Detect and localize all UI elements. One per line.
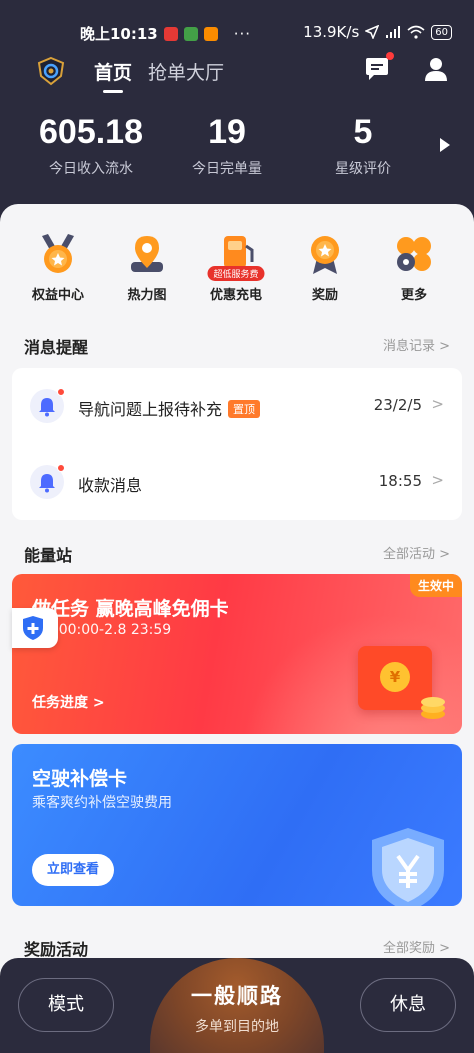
stat-income-label: 今日收入流水	[49, 161, 133, 177]
view-now-button[interactable]: 立即查看	[32, 854, 114, 886]
unread-dot	[57, 388, 65, 396]
all-rewards-link[interactable]: 全部奖励 >	[383, 937, 450, 956]
wifi-icon	[407, 25, 425, 39]
task-card-title: 做任务 赢晚高峰免佣卡	[32, 598, 229, 620]
route-mode-subtitle: 多单到目的地	[195, 1019, 279, 1035]
compensation-card-title: 空驶补偿卡	[32, 768, 128, 790]
messages-section-header: 消息提醒 消息记录 >	[24, 334, 450, 357]
notification-app-icon	[163, 26, 178, 41]
user-profile-icon[interactable]	[424, 56, 448, 82]
stat-income[interactable]: 605.18 今日收入流水	[16, 112, 166, 178]
message-time: 18:55	[378, 472, 422, 490]
message-row[interactable]: 收款消息 18:55 >	[12, 452, 462, 512]
message-text: 导航问题上报待补充 置顶	[78, 396, 261, 420]
net-speed: 13.9K/s	[303, 23, 360, 41]
message-title: 收款消息	[78, 476, 143, 495]
route-mode-title: 一般顺路	[191, 984, 283, 1008]
status-more: ···	[233, 24, 252, 43]
quick-label: 权益中心	[31, 288, 84, 303]
message-time: 23/2/5	[373, 396, 422, 414]
mode-button[interactable]: 模式	[18, 978, 114, 1032]
stat-rating-label: 星级评价	[335, 161, 391, 177]
rest-button[interactable]: 休息	[360, 978, 456, 1032]
main-panel: 权益中心 热力图 超低服务费 优惠充电 奖励 更多 消息提醒 消息记录 > 导航…	[0, 204, 474, 1053]
chat-icon	[366, 58, 388, 80]
medal-icon	[36, 232, 80, 276]
coin-icon: ¥	[380, 662, 410, 692]
status-right: 13.9K/s 60	[303, 23, 452, 41]
stats-next-arrow-icon[interactable]	[440, 138, 450, 152]
chevron-right-icon: >	[431, 471, 444, 489]
quick-label: 奖励	[311, 288, 338, 303]
section-title: 能量站	[24, 546, 73, 565]
stat-orders[interactable]: 19 今日完单量	[152, 112, 302, 178]
yuan-shield-icon	[372, 828, 444, 906]
quick-label: 热力图	[127, 288, 167, 303]
charging-station-icon: 超低服务费	[207, 232, 265, 281]
tab-order-hall[interactable]: 抢单大厅	[148, 58, 224, 85]
message-row[interactable]: 导航问题上报待补充 置顶 23/2/5 >	[12, 376, 462, 436]
compensation-card-subtitle: 乘客爽约补偿空驶费用	[32, 795, 172, 811]
quick-more[interactable]: 更多	[369, 232, 459, 303]
today-stats[interactable]: 605.18 今日收入流水 19 今日完单量 5 星级评价	[0, 112, 474, 192]
quick-actions: 权益中心 热力图 超低服务费 优惠充电 奖励 更多	[0, 232, 474, 312]
app-logo-icon	[37, 56, 65, 86]
notification-app-icon	[203, 26, 218, 41]
quick-label: 更多	[400, 288, 427, 303]
bell-icon	[30, 388, 65, 423]
message-title: 导航问题上报待补充	[78, 400, 223, 419]
quick-label: 优惠充电	[209, 288, 262, 303]
all-activities-link[interactable]: 全部活动 >	[383, 543, 450, 562]
map-pin-icon	[125, 232, 169, 276]
task-promo-card[interactable]: 生效中 做任务 赢晚高峰免佣卡 2.6 00:00-2.8 23:59 任务进度…	[12, 574, 462, 734]
status-bar: 晚上10:13 ··· 13.9K/s 60	[0, 20, 474, 46]
unread-dot	[57, 464, 65, 472]
messages-button[interactable]	[364, 52, 394, 82]
compensation-promo-card[interactable]: 空驶补偿卡 乘客爽约补偿空驶费用 立即查看	[12, 744, 462, 906]
coin-stack-icon	[421, 697, 445, 719]
location-arrow-icon	[365, 25, 380, 39]
chevron-right-icon: >	[431, 395, 444, 413]
energy-section-header: 能量站 全部活动 >	[24, 542, 450, 565]
route-mode-button[interactable]: 一般顺路 多单到目的地	[150, 958, 324, 1053]
notification-app-icon	[183, 26, 198, 41]
floating-shield-button[interactable]	[12, 608, 58, 648]
pinned-badge: 置顶	[228, 400, 261, 418]
section-title: 消息提醒	[24, 338, 89, 357]
signal-icon	[386, 26, 401, 38]
top-nav: 首页 抢单大厅	[0, 52, 474, 96]
stat-rating-value: 5	[353, 113, 373, 151]
active-status-badge: 生效中	[409, 574, 462, 597]
rewards-section-header: 奖励活动 全部奖励 >	[24, 936, 450, 959]
award-icon	[303, 232, 347, 276]
bottom-dock: 模式 一般顺路 多单到目的地 休息	[0, 958, 474, 1053]
more-apps-icon	[392, 232, 436, 276]
shield-plus-icon	[23, 616, 43, 640]
stat-income-value: 605.18	[39, 113, 143, 151]
bell-icon	[30, 464, 65, 499]
quick-heatmap[interactable]: 热力图	[102, 232, 192, 303]
stat-orders-value: 19	[208, 113, 246, 151]
quick-rewards[interactable]: 奖励	[280, 232, 370, 303]
stat-rating[interactable]: 5 星级评价	[288, 112, 438, 178]
low-fee-badge: 超低服务费	[207, 266, 265, 281]
task-progress-link[interactable]: 任务进度 >	[32, 692, 105, 712]
quick-benefits-center[interactable]: 权益中心	[13, 232, 103, 303]
battery-icon: 60	[431, 24, 452, 40]
tab-home[interactable]: 首页	[94, 58, 132, 93]
stat-orders-label: 今日完单量	[192, 161, 262, 177]
quick-discount-charging[interactable]: 超低服务费 优惠充电	[191, 232, 281, 303]
section-title: 奖励活动	[24, 940, 89, 959]
message-history-link[interactable]: 消息记录 >	[383, 335, 450, 354]
messages-card: 导航问题上报待补充 置顶 23/2/5 > 收款消息 18:55 >	[12, 368, 462, 520]
status-time: 晚上10:13	[80, 25, 158, 43]
header: 晚上10:13 ··· 13.9K/s 60 首页 抢单大厅 605.18 今日…	[0, 0, 474, 215]
unread-dot	[386, 52, 394, 60]
status-left: 晚上10:13 ···	[80, 23, 251, 44]
